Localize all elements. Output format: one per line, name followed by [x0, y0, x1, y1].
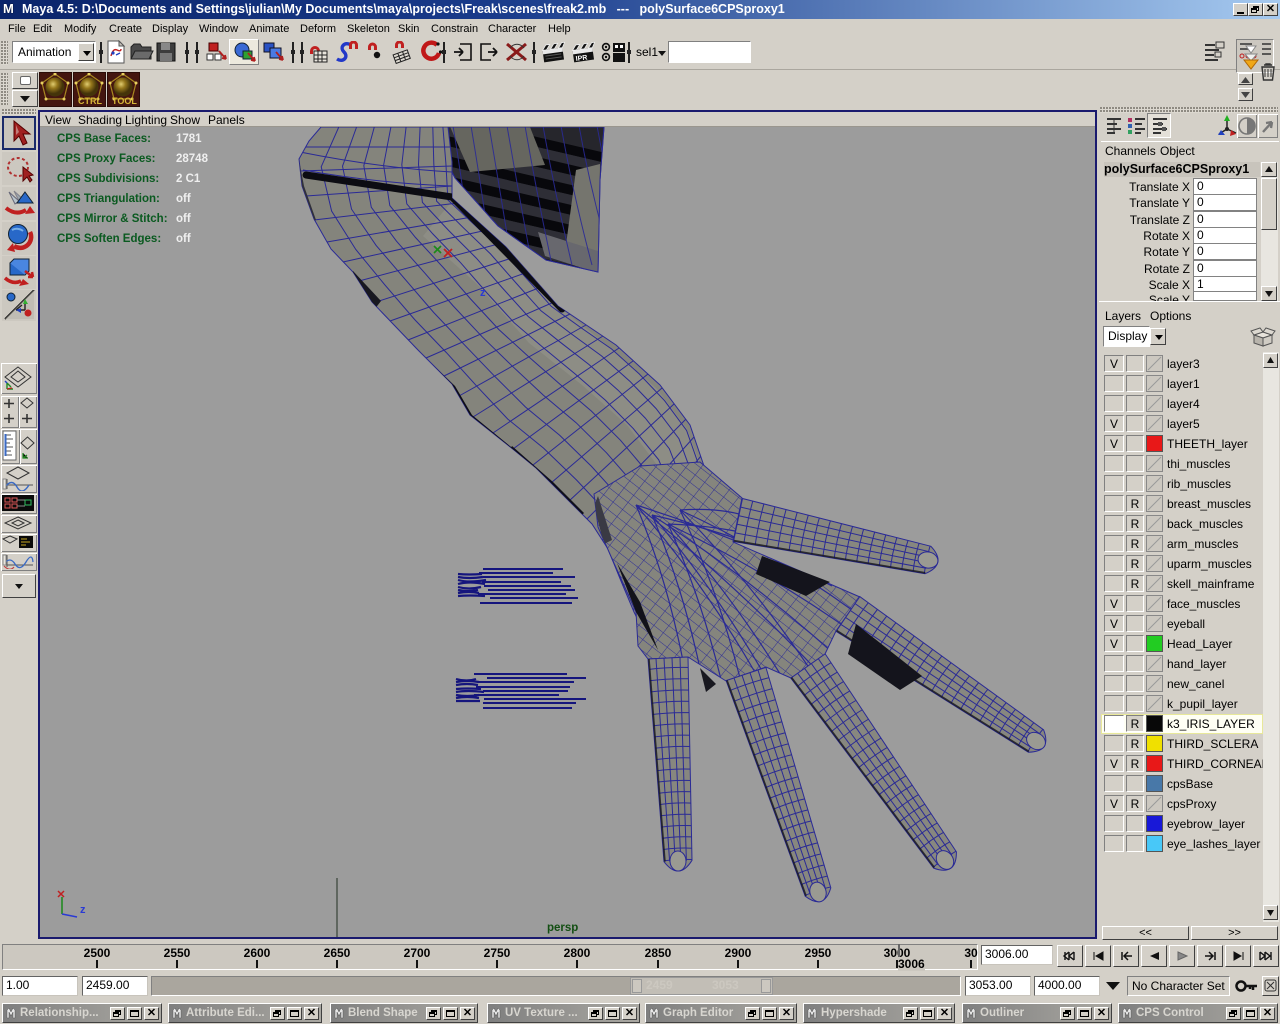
- svg-text:persp: persp: [547, 922, 578, 934]
- svg-text:CPS Proxy Faces:: CPS Proxy Faces:: [57, 153, 155, 165]
- svg-text:CPS Subdivisions:: CPS Subdivisions:: [57, 173, 159, 185]
- svg-text:CTRL: CTRL: [78, 96, 102, 106]
- svg-text:2 C1: 2 C1: [176, 173, 201, 185]
- svg-text:off: off: [176, 213, 191, 225]
- svg-text:CPS Base Faces:: CPS Base Faces:: [57, 133, 151, 145]
- svg-text:TOOL: TOOL: [112, 96, 137, 106]
- svg-text:off: off: [176, 193, 191, 205]
- svg-text:off: off: [176, 233, 191, 245]
- svg-text:CPS Triangulation:: CPS Triangulation:: [57, 193, 160, 205]
- svg-text:IPR: IPR: [575, 54, 588, 63]
- svg-text:CPS Soften Edges:: CPS Soften Edges:: [57, 233, 161, 245]
- svg-text:CPS Mirror & Stitch:: CPS Mirror & Stitch:: [57, 213, 168, 225]
- svg-text:z: z: [80, 904, 86, 916]
- svg-text:28748: 28748: [176, 153, 209, 165]
- svg-text:1781: 1781: [176, 133, 202, 145]
- svg-text:z: z: [480, 287, 486, 299]
